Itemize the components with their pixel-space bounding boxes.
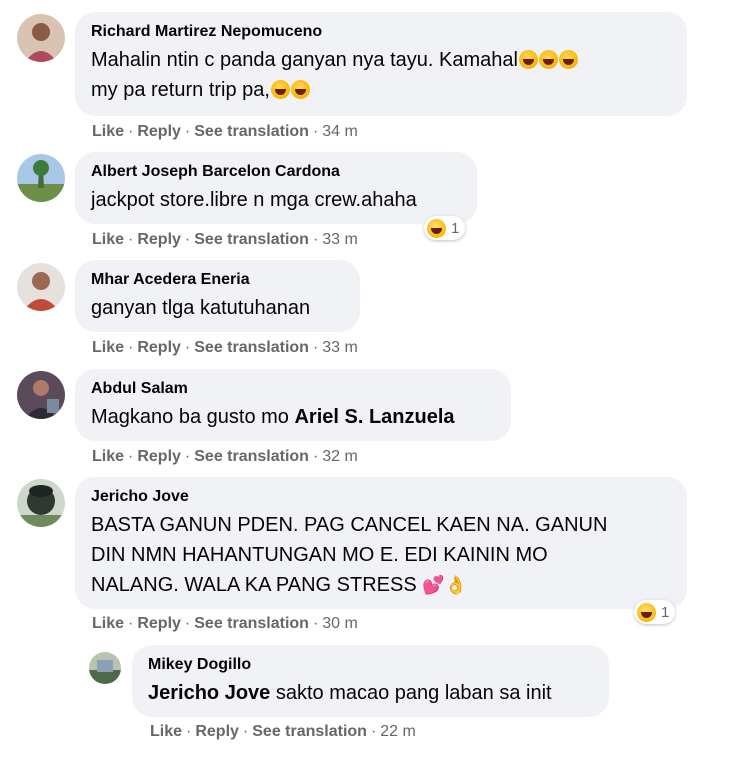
comment-text-line: NALANG. WALA KA PANG STRESS <box>91 574 423 596</box>
reaction-badge[interactable]: 1 <box>424 216 466 240</box>
separator: · <box>312 339 319 356</box>
laughing-emoji-icon <box>538 50 558 69</box>
haha-reaction-icon <box>427 218 446 238</box>
separator: · <box>370 723 377 740</box>
comment-text: Jericho Jove sakto macao pang laban sa i… <box>148 678 593 708</box>
mention-link[interactable]: Ariel S. Lanzuela <box>294 406 454 428</box>
see-translation-button[interactable]: See translation <box>194 231 309 248</box>
like-button[interactable]: Like <box>150 723 182 740</box>
like-button[interactable]: Like <box>92 615 124 632</box>
comment-text-line: my pa return trip pa, <box>91 79 270 101</box>
comment-text: BASTA GANUN PDEN. PAG CANCEL KAEN NA. GA… <box>91 510 671 600</box>
reply-button[interactable]: Reply <box>195 723 239 740</box>
comment-time[interactable]: 32 m <box>322 448 358 465</box>
separator: · <box>312 123 319 140</box>
separator: · <box>128 615 134 632</box>
separator: · <box>242 723 249 740</box>
avatar[interactable] <box>17 14 65 62</box>
comment-text-content: sakto macao pang laban sa init <box>270 682 552 704</box>
comment-time[interactable]: 33 m <box>322 231 358 248</box>
like-button[interactable]: Like <box>92 231 124 248</box>
comment-actions: Like · Reply · See translation · 32 m <box>92 447 358 467</box>
ok-hand-emoji-icon: 👌 <box>444 575 468 595</box>
two-hearts-emoji-icon: 💕 <box>422 575 445 595</box>
separator: · <box>184 448 191 465</box>
separator: · <box>128 339 134 356</box>
comment-author[interactable]: Albert Joseph Barcelon Cardona <box>91 162 461 182</box>
comment-author[interactable]: Jericho Jove <box>91 487 671 507</box>
mention-link[interactable]: Jericho Jove <box>148 682 270 704</box>
see-translation-button[interactable]: See translation <box>194 339 309 356</box>
reply-bubble: Mikey Dogillo Jericho Jove sakto macao p… <box>132 645 609 717</box>
comment-bubble: Mhar Acedera Eneria ganyan tlga katutuha… <box>75 260 360 332</box>
comment-bubble: Jericho Jove BASTA GANUN PDEN. PAG CANCE… <box>75 477 687 609</box>
like-button[interactable]: Like <box>92 339 124 356</box>
comment-text: jackpot store.libre n mga crew.ahaha <box>91 189 417 211</box>
comment-text-line: BASTA GANUN PDEN. PAG CANCEL KAEN NA. GA… <box>91 514 608 536</box>
separator: · <box>312 231 319 248</box>
see-translation-button[interactable]: See translation <box>194 123 309 140</box>
reply-button[interactable]: Reply <box>137 123 181 140</box>
avatar[interactable] <box>17 479 65 527</box>
separator: · <box>312 448 319 465</box>
separator: · <box>128 231 134 248</box>
comment-text-content: Magkano ba gusto mo <box>91 406 295 428</box>
comment-text: ganyan tlga katutuhanan <box>91 297 311 319</box>
separator: · <box>128 123 134 140</box>
separator: · <box>184 615 191 632</box>
separator: · <box>128 448 134 465</box>
comment-bubble: Abdul Salam Magkano ba gusto mo Ariel S.… <box>75 369 511 441</box>
like-button[interactable]: Like <box>92 123 124 140</box>
comment-text: Magkano ba gusto mo Ariel S. Lanzuela <box>91 402 495 432</box>
avatar[interactable] <box>89 652 121 684</box>
comment-time[interactable]: 30 m <box>322 615 358 632</box>
comment-actions: Like · Reply · See translation · 33 m <box>92 230 358 250</box>
comment-author[interactable]: Mikey Dogillo <box>148 655 593 675</box>
see-translation-button[interactable]: See translation <box>194 448 309 465</box>
reaction-count: 1 <box>661 603 670 621</box>
comment-text-line: Mahalin ntin c panda ganyan nya tayu. Ka… <box>91 49 518 71</box>
reaction-count: 1 <box>451 219 460 237</box>
reply-button[interactable]: Reply <box>137 448 181 465</box>
comment-actions: Like · Reply · See translation · 33 m <box>92 338 358 358</box>
laughing-emoji-icon <box>558 50 578 69</box>
see-translation-button[interactable]: See translation <box>252 723 367 740</box>
avatar[interactable] <box>17 371 65 419</box>
separator: · <box>184 339 191 356</box>
separator: · <box>184 231 191 248</box>
separator: · <box>184 123 191 140</box>
reply-button[interactable]: Reply <box>137 339 181 356</box>
laughing-emoji-icon <box>270 80 290 99</box>
reply-button[interactable]: Reply <box>137 615 181 632</box>
separator: · <box>186 723 192 740</box>
comment-time[interactable]: 33 m <box>322 339 358 356</box>
comment-time[interactable]: 34 m <box>322 123 358 140</box>
see-translation-button[interactable]: See translation <box>194 615 309 632</box>
comment-actions: Like · Reply · See translation · 30 m <box>92 614 358 634</box>
comment-bubble: Albert Joseph Barcelon Cardona jackpot s… <box>75 152 477 224</box>
like-button[interactable]: Like <box>92 448 124 465</box>
reaction-badge[interactable]: 1 <box>634 600 676 624</box>
comment-time[interactable]: 22 m <box>380 723 416 740</box>
laughing-emoji-icon <box>290 80 310 99</box>
comment-actions: Like · Reply · See translation · 22 m <box>150 722 416 742</box>
avatar[interactable] <box>17 154 65 202</box>
comment-actions: Like · Reply · See translation · 34 m <box>92 122 358 142</box>
comment-author[interactable]: Abdul Salam <box>91 379 495 399</box>
comment-text: Mahalin ntin c panda ganyan nya tayu. Ka… <box>91 45 671 105</box>
avatar[interactable] <box>17 263 65 311</box>
comment-bubble: Richard Martirez Nepomuceno Mahalin ntin… <box>75 12 687 116</box>
comment-author[interactable]: Richard Martirez Nepomuceno <box>91 22 671 42</box>
separator: · <box>312 615 319 632</box>
comment-author[interactable]: Mhar Acedera Eneria <box>91 270 344 290</box>
comment-text-line: DIN NMN HAHANTUNGAN MO E. EDI KAININ MO <box>91 544 548 566</box>
laughing-emoji-icon <box>518 50 538 69</box>
reply-button[interactable]: Reply <box>137 231 181 248</box>
haha-reaction-icon <box>637 602 656 622</box>
